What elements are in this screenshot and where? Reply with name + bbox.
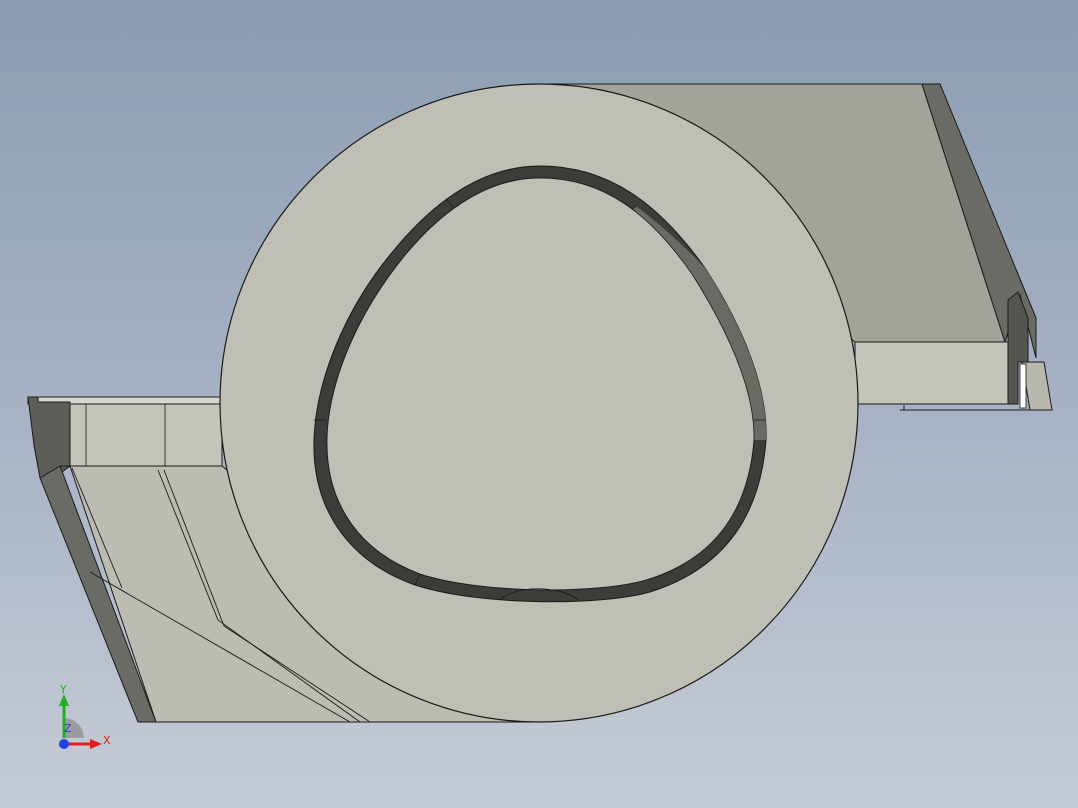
triad-z-axis-dot — [59, 739, 69, 749]
triad-x-label: X — [103, 734, 111, 747]
outlet-duct-front-face[interactable] — [854, 341, 1009, 405]
triad-y-label: Y — [59, 683, 67, 696]
triad-x-arrow-icon — [90, 739, 102, 749]
base-front-rail[interactable] — [59, 403, 223, 467]
cad-model-view[interactable] — [0, 0, 1078, 808]
triad-z-label: Z — [64, 722, 72, 735]
cad-graphics-viewport[interactable]: Y X Z — [0, 0, 1078, 808]
outlet-flange-lip — [1021, 361, 1053, 411]
coordinate-triad[interactable]: Y X Z — [40, 682, 120, 762]
